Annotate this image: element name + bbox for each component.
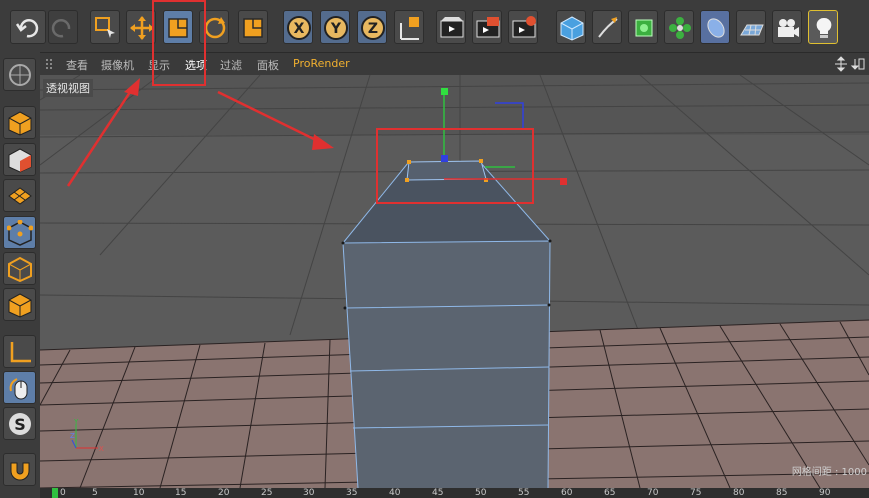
annotation-arrows bbox=[66, 78, 334, 187]
timeline-tick: 30 bbox=[303, 488, 315, 498]
timeline-tick: 75 bbox=[690, 488, 702, 498]
timeline-tick: 5 bbox=[92, 488, 98, 498]
timeline-tick: 65 bbox=[604, 488, 616, 498]
timeline-tick: 80 bbox=[733, 488, 745, 498]
timeline-playhead[interactable] bbox=[52, 488, 58, 498]
timeline-tick: 15 bbox=[175, 488, 187, 498]
timeline-tick: 0 bbox=[60, 488, 66, 498]
timeline-tick: 20 bbox=[218, 488, 230, 498]
timeline-tick: 40 bbox=[389, 488, 401, 498]
timeline-tick: 10 bbox=[133, 488, 145, 498]
timeline-tick: 35 bbox=[346, 488, 358, 498]
timeline-tick: 85 bbox=[776, 488, 788, 498]
timeline-tick: 45 bbox=[432, 488, 444, 498]
timeline-tick: 70 bbox=[647, 488, 659, 498]
timeline-ruler[interactable]: 0 5 10 15 20 25 30 35 40 45 50 55 60 65 … bbox=[40, 488, 869, 498]
timeline-tick: 50 bbox=[475, 488, 487, 498]
timeline-tick: 55 bbox=[518, 488, 530, 498]
timeline-tick: 25 bbox=[261, 488, 273, 498]
timeline-tick: 90 bbox=[819, 488, 831, 498]
timeline-tick: 60 bbox=[561, 488, 573, 498]
